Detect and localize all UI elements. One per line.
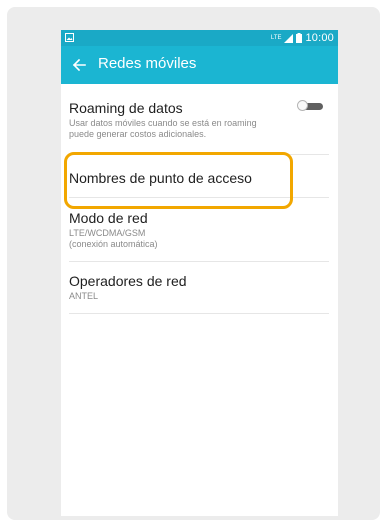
divider bbox=[69, 261, 329, 262]
status-time: 10:00 bbox=[305, 32, 334, 44]
setting-title: Modo de red bbox=[69, 210, 148, 226]
setting-data-roaming[interactable]: Roaming de datos Usar datos móviles cuan… bbox=[69, 100, 329, 140]
status-icons: LTE 10:00 bbox=[271, 31, 334, 45]
toggle-knob bbox=[297, 100, 308, 111]
setting-network-operators[interactable]: Operadores de red ANTEL bbox=[69, 273, 329, 302]
divider bbox=[69, 197, 329, 198]
divider bbox=[69, 154, 329, 155]
phone-screen: LTE 10:00 Redes móviles Roaming de datos… bbox=[61, 30, 338, 516]
network-type-label: LTE bbox=[270, 35, 282, 41]
setting-title: Operadores de red bbox=[69, 273, 187, 289]
divider bbox=[69, 313, 329, 314]
gallery-notification-icon bbox=[65, 33, 74, 42]
signal-icon bbox=[284, 33, 294, 43]
setting-access-point-names[interactable]: Nombres de punto de acceso bbox=[69, 170, 329, 186]
setting-title: Roaming de datos bbox=[69, 100, 183, 116]
page-title: Redes móviles bbox=[98, 55, 197, 72]
setting-subtitle: ANTEL bbox=[69, 291, 99, 301]
status-bar: LTE 10:00 bbox=[61, 30, 338, 46]
arrow-back-icon[interactable] bbox=[71, 57, 87, 73]
app-bar: Redes móviles bbox=[61, 46, 338, 84]
setting-subtitle-line: (conexión automática) bbox=[69, 239, 158, 249]
battery-icon bbox=[296, 33, 303, 43]
setting-network-mode[interactable]: Modo de red LTE/WCDMA/GSM (conexión auto… bbox=[69, 210, 329, 250]
setting-subtitle: Usar datos móviles cuando se está en roa… bbox=[69, 118, 257, 139]
setting-title: Nombres de punto de acceso bbox=[69, 170, 252, 186]
data-roaming-toggle[interactable] bbox=[297, 100, 323, 112]
setting-subtitle-line: LTE/WCDMA/GSM bbox=[69, 228, 146, 238]
